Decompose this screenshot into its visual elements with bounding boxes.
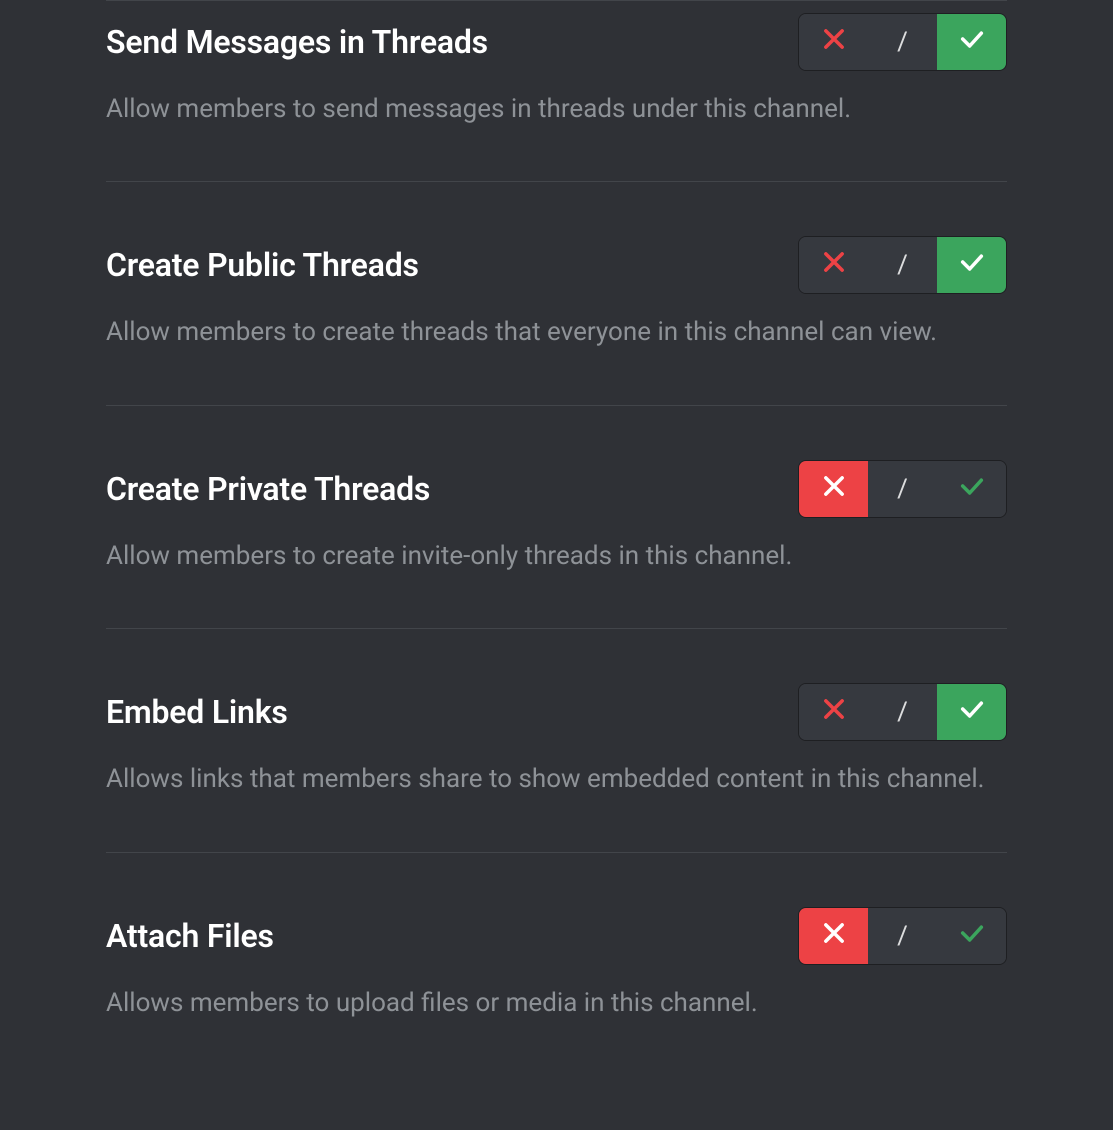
permission-description: Allows members to upload files or media … [106,985,1007,1021]
permission-header: Send Messages in Threads / [106,13,1007,71]
check-icon [958,248,986,282]
permission-title: Create Private Threads [106,470,430,508]
neutral-button[interactable]: / [868,684,937,740]
permission-title: Attach Files [106,917,274,955]
permission-toggle-group: / [798,236,1007,294]
permission-title: Send Messages in Threads [106,23,488,61]
neutral-button[interactable]: / [868,461,937,517]
permission-row: Send Messages in Threads / Allow members… [106,0,1007,181]
permission-header: Attach Files / [106,907,1007,965]
deny-button[interactable] [799,684,868,740]
neutral-button[interactable]: / [868,237,937,293]
permission-description: Allows links that members share to show … [106,761,1007,797]
allow-button[interactable] [937,684,1006,740]
neutral-button[interactable]: / [868,14,937,70]
x-icon [820,25,848,59]
x-icon [820,472,848,506]
permission-description: Allow members to create threads that eve… [106,314,1007,350]
deny-button[interactable] [799,14,868,70]
permission-row: Create Public Threads / Allow members to… [106,181,1007,404]
allow-button[interactable] [937,461,1006,517]
deny-button[interactable] [799,908,868,964]
x-icon [820,695,848,729]
permission-toggle-group: / [798,907,1007,965]
permission-row: Embed Links / Allows links that members … [106,628,1007,851]
check-icon [958,695,986,729]
allow-button[interactable] [937,14,1006,70]
allow-button[interactable] [937,237,1006,293]
check-icon [958,472,986,506]
permission-row: Attach Files / Allows members to upload … [106,852,1007,1075]
x-icon [820,919,848,953]
neutral-button[interactable]: / [868,908,937,964]
permission-toggle-group: / [798,13,1007,71]
permissions-list: Send Messages in Threads / Allow members… [0,0,1113,1075]
permission-header: Embed Links / [106,683,1007,741]
permission-header: Create Private Threads / [106,460,1007,518]
deny-button[interactable] [799,237,868,293]
check-icon [958,25,986,59]
permission-title: Create Public Threads [106,246,419,284]
permission-toggle-group: / [798,683,1007,741]
permission-row: Create Private Threads / Allow members t… [106,405,1007,628]
permission-title: Embed Links [106,693,288,731]
check-icon [958,919,986,953]
permission-toggle-group: / [798,460,1007,518]
permission-header: Create Public Threads / [106,236,1007,294]
allow-button[interactable] [937,908,1006,964]
x-icon [820,248,848,282]
deny-button[interactable] [799,461,868,517]
permission-description: Allow members to create invite-only thre… [106,538,1007,574]
permission-description: Allow members to send messages in thread… [106,91,1007,127]
